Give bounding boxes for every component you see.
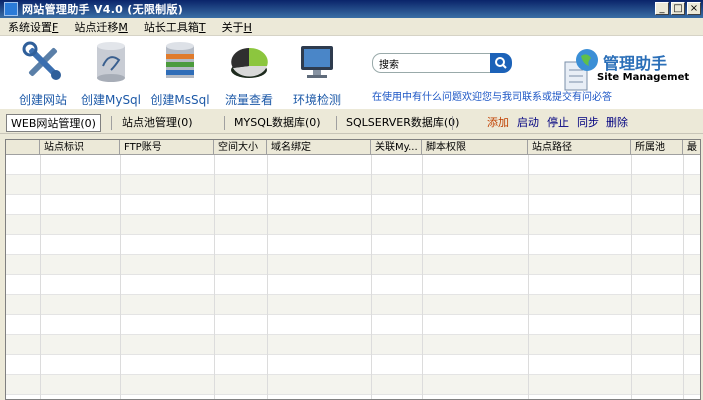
tab-bar: WEB网站管理(0) 站点池管理(0) MYSQL数据库(0) SQLSERVE… [0, 112, 703, 134]
col-space-size[interactable]: 空间大小 [214, 140, 267, 155]
create-mysql-label: 创建MySql [80, 93, 142, 107]
close-button[interactable]: × [687, 2, 701, 15]
col-last[interactable]: 最 [683, 140, 700, 155]
env-check-button[interactable]: 环境检测 [284, 40, 350, 107]
table-row[interactable] [6, 155, 700, 175]
maximize-button[interactable]: □ [671, 2, 685, 15]
col-domain-binding[interactable]: 域名绑定 [267, 140, 371, 155]
brand-logo: 管理助手 Site Managemet [563, 44, 698, 94]
menu-bar: 系统设置F 站点迁移M 站长工具箱T 关于H [0, 18, 703, 35]
col-linked-mysql[interactable]: 关联My... [371, 140, 422, 155]
table-row[interactable] [6, 315, 700, 335]
search-box [372, 53, 512, 73]
tab-mysql[interactable]: MYSQL数据库(0) [230, 114, 325, 132]
table-header: 站点标识 FTP账号 空间大小 域名绑定 关联My... 脚本权限 站点路径 所… [6, 140, 700, 155]
table-row[interactable] [6, 355, 700, 375]
app-icon [4, 2, 18, 16]
table-row[interactable] [6, 295, 700, 315]
create-mysql-button[interactable]: 创建MySql [78, 40, 144, 107]
table-row[interactable] [6, 235, 700, 255]
tab-sqlserver[interactable]: SQLSERVER数据库(0) [342, 114, 463, 132]
create-mssql-button[interactable]: 创建MsSql [147, 40, 213, 107]
mssql-db-icon [166, 42, 194, 78]
table-row[interactable] [6, 195, 700, 215]
menu-system-settings[interactable]: 系统设置F [8, 19, 58, 35]
add-button[interactable]: 添加 [487, 114, 509, 132]
create-mssql-label: 创建MsSql [150, 93, 210, 107]
col-site-id[interactable]: 站点标识 [40, 140, 120, 155]
globe-logo-icon [564, 49, 598, 91]
start-button[interactable]: 启动 [517, 114, 539, 132]
mysql-db-icon [97, 42, 125, 82]
sync-button[interactable]: 同步 [577, 114, 599, 132]
pie-chart-icon [231, 47, 268, 78]
menu-webmaster-tools[interactable]: 站长工具箱T [144, 19, 206, 35]
table-row[interactable] [6, 215, 700, 235]
stop-button[interactable]: 停止 [547, 114, 569, 132]
traffic-view-label: 流量查看 [224, 93, 273, 107]
tab-site-pools[interactable]: 站点池管理(0) [118, 114, 197, 132]
menu-about[interactable]: 关于H [222, 19, 252, 35]
table-row[interactable] [6, 175, 700, 195]
monitor-icon [301, 46, 333, 78]
brand-title: 管理助手 [603, 54, 668, 73]
sites-table[interactable]: 站点标识 FTP账号 空间大小 域名绑定 关联My... 脚本权限 站点路径 所… [5, 139, 701, 400]
traffic-view-button[interactable]: 流量查看 [216, 40, 282, 107]
tools-icon [22, 41, 61, 80]
col-site-path[interactable]: 站点路径 [528, 140, 631, 155]
minimize-button[interactable]: _ [655, 2, 669, 15]
tab-web-sites[interactable]: WEB网站管理(0) [6, 114, 101, 132]
window-title: 网站管理助手 V4.0 (无限制版) [22, 3, 184, 16]
row-selector-header [6, 140, 40, 155]
menu-site-migration[interactable]: 站点迁移M [74, 19, 128, 35]
search-input[interactable] [372, 53, 492, 73]
table-row[interactable] [6, 375, 700, 395]
title-bar: 网站管理助手 V4.0 (无限制版) _ □ × [0, 0, 703, 18]
create-site-button[interactable]: 创建网站 [10, 40, 76, 107]
col-app-pool[interactable]: 所属池 [631, 140, 683, 155]
table-row[interactable] [6, 335, 700, 355]
brand-subtitle: Site Managemet [597, 72, 690, 83]
search-icon [495, 57, 507, 69]
col-script-permission[interactable]: 脚本权限 [422, 140, 528, 155]
table-row[interactable] [6, 275, 700, 295]
env-check-label: 环境检测 [292, 93, 341, 107]
table-row[interactable] [6, 255, 700, 275]
search-button[interactable] [490, 53, 512, 73]
create-site-label: 创建网站 [18, 93, 67, 107]
col-ftp-account[interactable]: FTP账号 [120, 140, 214, 155]
delete-button[interactable]: 删除 [606, 114, 628, 132]
toolbar: 创建网站 创建MySql 创建MsSql 流量查看 环境检测 搜索 在使用中有什… [0, 35, 703, 109]
